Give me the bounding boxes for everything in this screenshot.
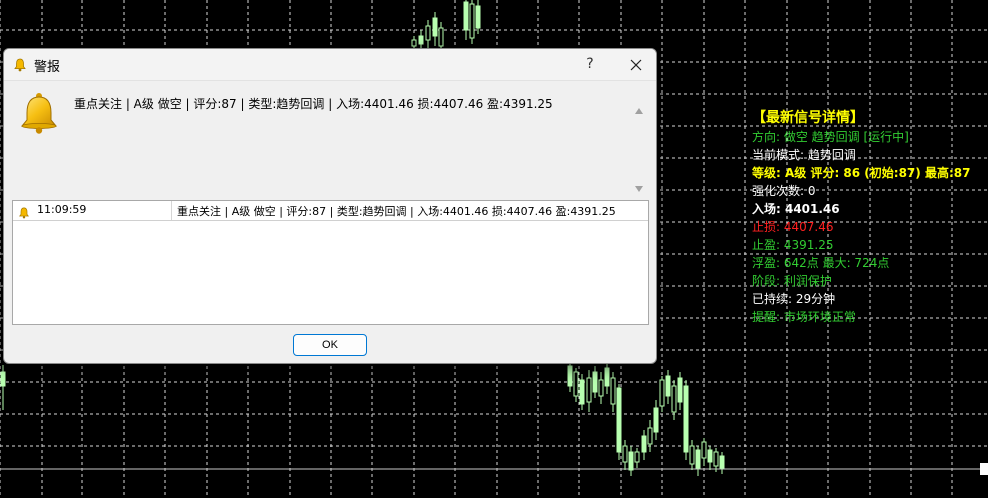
alert-dialog: 警报 ? 重点关注 | A级 做空 | 评分:87 | 类型:趋势回调 | 入场… bbox=[3, 48, 657, 364]
grade-line: 等级: A级 评分: 86 (初始:87) 最高:87 bbox=[752, 166, 971, 180]
candle-body bbox=[432, 17, 438, 37]
candle-body bbox=[628, 451, 634, 471]
candle-body bbox=[659, 379, 665, 407]
candle-body bbox=[713, 451, 719, 467]
floating-profit-line: 浮盈: 642点 最大: 724点 bbox=[752, 256, 890, 270]
candle-body bbox=[695, 449, 701, 469]
direction-line: 方向: 做空 趋势回调 [运行中] bbox=[752, 130, 909, 144]
candle-body bbox=[0, 371, 6, 387]
candle-body bbox=[418, 35, 424, 45]
candle-body bbox=[707, 449, 713, 463]
candle-body bbox=[616, 387, 622, 453]
candle-body bbox=[592, 371, 598, 393]
candle-body bbox=[411, 39, 417, 47]
dialog-titlebar[interactable]: 警报 ? bbox=[4, 49, 656, 81]
candle-body bbox=[598, 379, 604, 397]
candle-body bbox=[438, 27, 444, 47]
reminder-line: 提醒: 市场环境正常 bbox=[752, 310, 856, 324]
candle-body bbox=[677, 377, 683, 403]
candle-body bbox=[475, 5, 481, 29]
candle-body bbox=[573, 371, 579, 397]
phase-line: 阶段: 利润保护 bbox=[752, 274, 832, 288]
stop-loss-line: 止损: 4407.46 bbox=[752, 220, 834, 234]
candle-body bbox=[689, 445, 695, 465]
candle-body bbox=[683, 385, 689, 453]
candle-body bbox=[567, 365, 573, 387]
candle-body bbox=[653, 407, 659, 433]
candle-body bbox=[719, 455, 725, 469]
candle-body bbox=[622, 445, 628, 463]
list-item[interactable]: 11:09:59 重点关注 | A级 做空 | 评分:87 | 类型:趋势回调 … bbox=[13, 201, 648, 221]
candle-body bbox=[665, 375, 671, 397]
candle-body bbox=[469, 3, 475, 39]
candle-body bbox=[579, 379, 585, 405]
scroll-up-icon[interactable] bbox=[634, 100, 644, 119]
candle-body bbox=[671, 385, 677, 413]
ok-button[interactable]: OK bbox=[293, 334, 367, 356]
entry-line: 入场: 4401.46 bbox=[752, 202, 840, 216]
panel-title: 【最新信号详情】 bbox=[752, 110, 864, 126]
candle-body bbox=[610, 377, 616, 405]
mode-line: 当前模式: 趋势回调 bbox=[752, 148, 856, 162]
candle-body bbox=[634, 451, 640, 463]
bell-icon bbox=[13, 57, 27, 72]
bell-icon bbox=[17, 91, 61, 135]
candle-body bbox=[604, 367, 610, 387]
help-button[interactable]: ? bbox=[574, 49, 606, 80]
dialog-title: 警报 bbox=[34, 60, 61, 75]
take-profit-line: 止盈: 4391.25 bbox=[752, 238, 834, 252]
alert-history-list[interactable]: 11:09:59 重点关注 | A级 做空 | 评分:87 | 类型:趋势回调 … bbox=[12, 200, 649, 325]
candle-body bbox=[463, 1, 469, 31]
candle-body bbox=[647, 427, 653, 445]
candle-body bbox=[701, 441, 707, 459]
reinforce-line: 强化次数: 0 bbox=[752, 184, 816, 198]
price-scale-marker bbox=[980, 463, 988, 475]
candle-body bbox=[586, 377, 592, 403]
close-icon bbox=[630, 59, 642, 71]
duration-line: 已持续: 29分钟 bbox=[752, 292, 836, 306]
alert-message: 重点关注 | A级 做空 | 评分:87 | 类型:趋势回调 | 入场:4401… bbox=[74, 97, 553, 111]
candle-body bbox=[641, 435, 647, 453]
alert-row-message: 重点关注 | A级 做空 | 评分:87 | 类型:趋势回调 | 入场:4401… bbox=[177, 205, 616, 218]
alert-time: 11:09:59 bbox=[37, 203, 87, 216]
signal-info-panel: 【最新信号详情】 方向: 做空 趋势回调 [运行中] 当前模式: 趋势回调 等级… bbox=[752, 108, 988, 326]
close-button[interactable] bbox=[616, 49, 656, 80]
candle-body bbox=[425, 25, 431, 41]
scroll-down-icon[interactable] bbox=[634, 178, 644, 197]
column-divider bbox=[171, 201, 172, 220]
bell-icon bbox=[18, 204, 30, 219]
